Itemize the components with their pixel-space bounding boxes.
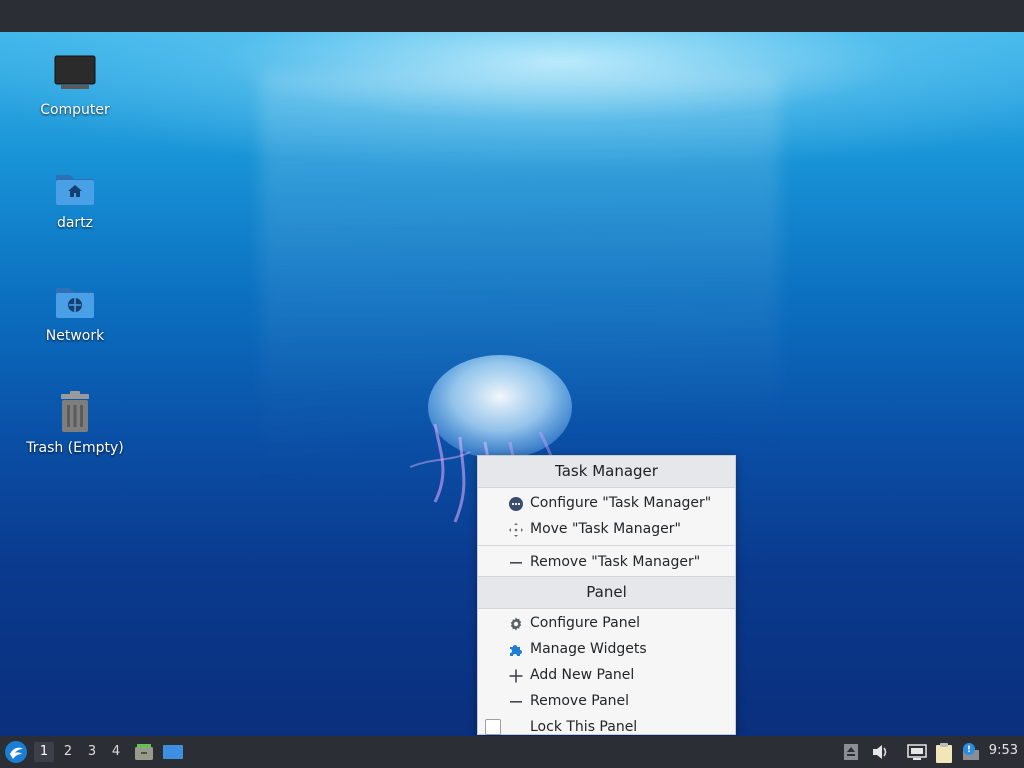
- file-manager-icon[interactable]: [134, 742, 154, 762]
- clock[interactable]: 9:53: [989, 743, 1018, 758]
- menu-item-label: Remove "Task Manager": [530, 554, 701, 570]
- menu-item-label: Move "Task Manager": [530, 521, 681, 537]
- monitor-icon: [52, 52, 98, 98]
- desktop-icon-label: Network: [45, 328, 105, 344]
- menu-item-label: Add New Panel: [530, 667, 635, 683]
- menu-item-configure-panel[interactable]: Configure Panel: [478, 610, 735, 636]
- remove-icon: [508, 554, 524, 570]
- virtual-desktop-1[interactable]: 1: [34, 742, 54, 762]
- updates-icon[interactable]: [843, 742, 863, 762]
- panel-context-menu: Task Manager Configure "Task Manager" Mo…: [477, 455, 736, 735]
- desktop-icon-network[interactable]: Network: [10, 278, 140, 344]
- desktop-icon-home-folder[interactable]: dartz: [10, 165, 140, 231]
- menu-item-add-new-panel[interactable]: Add New Panel: [478, 662, 735, 688]
- virtual-desktop-3[interactable]: 3: [82, 742, 102, 762]
- move-icon: [508, 521, 524, 537]
- menu-item-label: Configure Panel: [530, 615, 641, 631]
- menu-item-manage-widgets[interactable]: Manage Widgets: [478, 636, 735, 662]
- menu-item-label: Remove Panel: [530, 693, 630, 709]
- menu-section-panel: Panel: [478, 576, 735, 609]
- menu-item-configure-task-manager[interactable]: Configure "Task Manager": [478, 490, 735, 516]
- desktop-icon-label: dartz: [56, 215, 94, 231]
- virtual-desktop-2[interactable]: 2: [58, 742, 78, 762]
- menu-item-label: Lock This Panel: [530, 719, 638, 735]
- menu-item-label: Configure "Task Manager": [530, 495, 712, 511]
- desktop-icon-label: Computer: [40, 102, 110, 118]
- desktop-icon-label: Trash (Empty): [26, 440, 124, 456]
- desktop-icon-computer[interactable]: Computer: [10, 52, 140, 118]
- clipboard-icon[interactable]: [934, 742, 954, 763]
- volume-icon[interactable]: [871, 742, 891, 762]
- menu-separator: [478, 545, 735, 546]
- configure-widget-icon: [508, 495, 524, 511]
- puzzle-icon: [508, 641, 524, 657]
- menu-item-remove-panel[interactable]: Remove Panel: [478, 688, 735, 714]
- network-wired-icon[interactable]: [907, 742, 927, 762]
- remove-icon: [508, 693, 524, 709]
- trash-icon: [52, 390, 98, 436]
- bottom-panel: 1 2 3 4 9:53: [0, 736, 1024, 768]
- menu-section-task-manager: Task Manager: [478, 456, 735, 488]
- desktop-icon-trash[interactable]: Trash (Empty): [10, 390, 140, 456]
- notifications-icon[interactable]: [961, 742, 981, 762]
- menu-item-remove-task-manager[interactable]: Remove "Task Manager": [478, 549, 735, 575]
- checkbox-icon[interactable]: [485, 719, 501, 735]
- gear-icon: [508, 615, 524, 631]
- show-desktop-icon[interactable]: [162, 742, 183, 762]
- plus-icon: [508, 667, 524, 683]
- application-launcher-icon[interactable]: [4, 740, 28, 764]
- network-folder-icon: [52, 278, 98, 324]
- top-panel: [0, 0, 1024, 32]
- menu-item-label: Manage Widgets: [530, 641, 647, 657]
- menu-item-move-task-manager[interactable]: Move "Task Manager": [478, 516, 735, 542]
- home-folder-icon: [52, 165, 98, 211]
- virtual-desktop-4[interactable]: 4: [106, 742, 126, 762]
